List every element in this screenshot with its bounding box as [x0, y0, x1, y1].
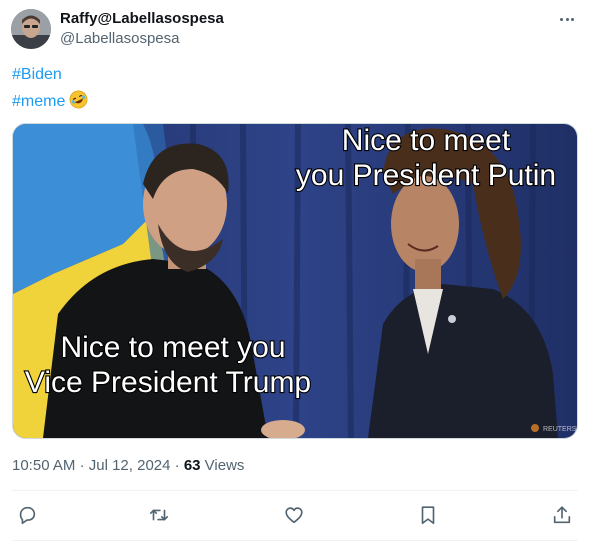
tweet-time[interactable]: 10:50 AM — [12, 457, 75, 474]
avatar[interactable] — [11, 9, 51, 49]
caption-bottom-line-2: Vice President Trump — [25, 366, 311, 399]
tweet-image[interactable]: Nice to meet you President Putin Nice to… — [12, 123, 578, 439]
avatar-image — [11, 9, 51, 49]
meta-separator-2: · — [174, 457, 180, 474]
bookmark-icon[interactable] — [417, 504, 441, 528]
share-icon[interactable] — [551, 504, 575, 528]
meta-separator: · — [79, 457, 85, 474]
author-display-name[interactable]: Raffy@Labellasospesa — [60, 10, 224, 27]
action-bar — [12, 502, 578, 530]
author-handle[interactable]: @Labellasospesa — [60, 30, 179, 47]
tweet-meta: 10:50 AM · Jul 12, 2024 · 63 Views — [12, 457, 244, 474]
rolling-on-floor-laughing-emoji — [69, 90, 88, 114]
caption-bottom-line-1: Nice to meet you — [60, 331, 285, 364]
divider-bottom — [12, 540, 578, 541]
svg-text:REUTERS: REUTERS — [543, 426, 577, 433]
reply-icon[interactable] — [16, 504, 40, 528]
views-count: 63 — [183, 457, 201, 474]
views-label: Views — [204, 457, 245, 474]
hashtag-meme-line: #meme — [12, 90, 88, 114]
caption-top-line-1: Nice to meet — [342, 124, 511, 157]
retweet-icon[interactable] — [148, 504, 172, 528]
hashtag-meme[interactable]: #meme — [12, 93, 65, 110]
divider-top — [12, 490, 578, 491]
like-icon[interactable] — [283, 504, 307, 528]
tweet-date[interactable]: Jul 12, 2024 — [89, 457, 171, 474]
hashtag-biden[interactable]: #Biden — [12, 66, 62, 84]
meme-photo: Nice to meet you President Putin Nice to… — [13, 124, 577, 438]
tweet-card: Raffy@Labellasospesa @Labellasospesa #Bi… — [0, 0, 595, 551]
caption-top-line-2: you President Putin — [296, 159, 556, 192]
more-options-icon[interactable] — [556, 10, 578, 28]
